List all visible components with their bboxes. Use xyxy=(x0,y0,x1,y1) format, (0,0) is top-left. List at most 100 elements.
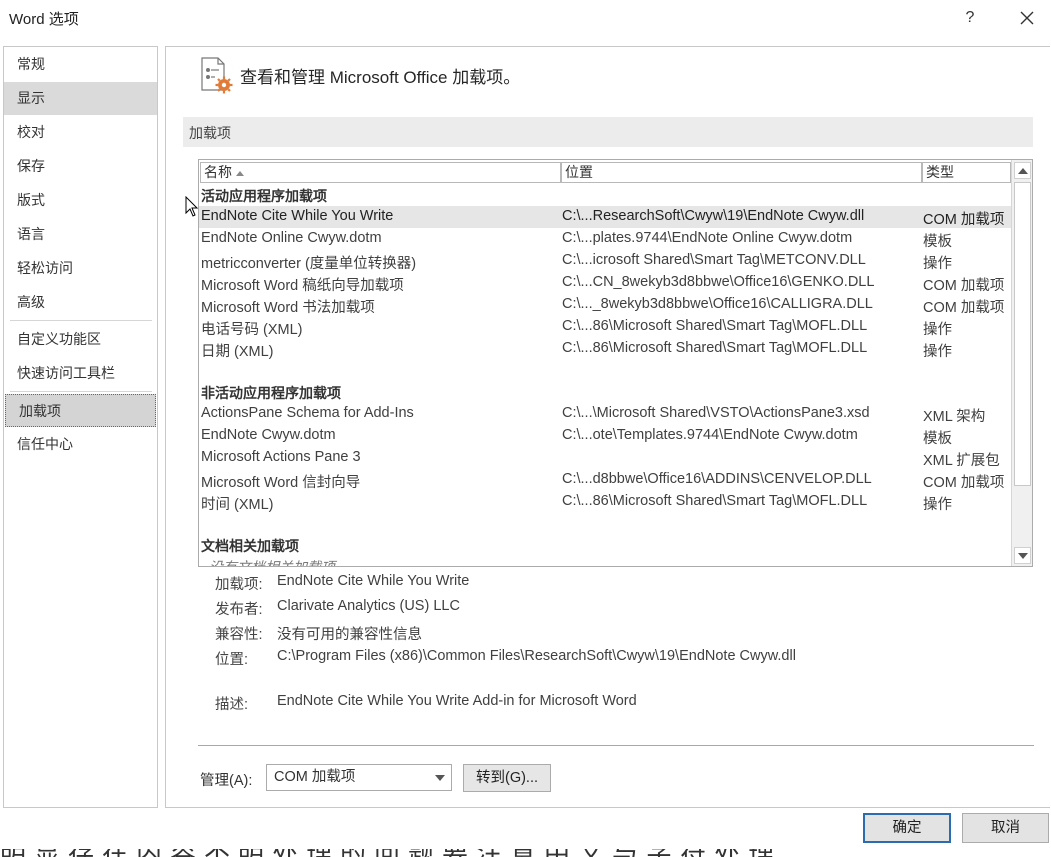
addin-name: EndNote Cite While You Write xyxy=(201,208,394,224)
mouse-cursor-icon xyxy=(185,196,199,217)
title-bar: Word 选项 ? xyxy=(0,0,1051,36)
addin-name: Microsoft Actions Pane 3 xyxy=(201,449,361,465)
list-row[interactable]: 日期 (XML) C:\...86\Microsoft Shared\Smart… xyxy=(199,338,1011,360)
addin-type: 操作 xyxy=(923,322,952,338)
column-label: 名称 xyxy=(204,164,232,180)
addin-name: EndNote Cwyw.dotm xyxy=(201,427,336,443)
detail-compat-label: 兼容性: xyxy=(215,627,263,643)
nav-item-accessibility[interactable]: 轻松访问 xyxy=(4,252,157,285)
addin-location: C:\...86\Microsoft Shared\Smart Tag\MOFL… xyxy=(562,493,868,509)
nav-item-typography[interactable]: 版式 xyxy=(4,184,157,217)
detail-publisher-label: 发布者: xyxy=(215,602,263,618)
list-row[interactable]: metricconverter (度量单位转换器) C:\...icrosoft… xyxy=(199,250,1011,272)
sort-ascending-icon xyxy=(236,170,244,176)
addin-location: C:\...\Microsoft Shared\VSTO\ActionsPane… xyxy=(562,405,870,421)
addin-type: 模板 xyxy=(923,234,952,250)
group-inactive-addins: 非活动应用程序加载项 xyxy=(201,385,341,401)
addin-name: 时间 (XML) xyxy=(201,497,274,513)
nav-item-proofing[interactable]: 校对 xyxy=(4,116,157,149)
window-title: Word 选项 xyxy=(9,11,79,28)
manage-selected-value: COM 加载项 xyxy=(274,769,356,785)
scroll-up-icon[interactable] xyxy=(1014,162,1031,179)
nav-item-advanced[interactable]: 高级 xyxy=(4,286,157,319)
addins-list[interactable]: 名称 位置 类型 活动应用程序加载项 EndNote Cite While Yo… xyxy=(198,159,1033,567)
section-title: 加载项 xyxy=(189,125,231,141)
background-document-strip: 明显存在内容不明处理的问题要注意中文与字符处理 xyxy=(0,849,1051,857)
addin-location: C:\..._8wekyb3d8bbwe\Office16\CALLIGRA.D… xyxy=(562,296,873,312)
addin-location: C:\...CN_8wekyb3d8bbwe\Office16\GENKO.DL… xyxy=(562,274,875,290)
close-button[interactable] xyxy=(1013,6,1041,30)
addin-location: C:\...plates.9744\EndNote Online Cwyw.do… xyxy=(562,230,853,246)
list-row[interactable]: ActionsPane Schema for Add-Ins C:\...\Mi… xyxy=(199,403,1011,425)
addin-type: XML 架构 xyxy=(923,409,986,425)
list-scrollbar[interactable] xyxy=(1011,160,1032,566)
empty-group-text: 没有文档相关加载项 xyxy=(209,559,335,567)
goto-button[interactable]: 转到(G)... xyxy=(463,764,551,792)
close-icon xyxy=(1020,11,1034,25)
column-header-location[interactable]: 位置 xyxy=(561,162,922,183)
column-header-type[interactable]: 类型 xyxy=(922,162,1011,183)
addin-name: 日期 (XML) xyxy=(201,344,274,360)
ok-button[interactable]: 确定 xyxy=(863,813,951,843)
addin-type: 模板 xyxy=(923,431,952,447)
manage-label: 管理(A): xyxy=(200,773,253,789)
addin-name: EndNote Online Cwyw.dotm xyxy=(201,230,382,246)
addins-panel: 查看和管理 Microsoft Office 加载项。 加载项 名称 位置 类型… xyxy=(165,46,1050,808)
list-row[interactable]: Microsoft Actions Pane 3 XML 扩展包 xyxy=(199,447,1011,469)
list-row[interactable]: Microsoft Word 信封向导 C:\...d8bbwe\Office1… xyxy=(199,469,1011,491)
nav-item-customize-ribbon[interactable]: 自定义功能区 xyxy=(4,323,157,356)
detail-addin-value: EndNote Cite While You Write xyxy=(277,573,470,589)
cancel-button[interactable]: 取消 xyxy=(962,813,1049,843)
scroll-thumb[interactable] xyxy=(1014,182,1031,486)
column-label: 位置 xyxy=(565,164,593,180)
addin-type: COM 加载项 xyxy=(923,300,1005,316)
column-header-name[interactable]: 名称 xyxy=(200,162,561,183)
addin-type: COM 加载项 xyxy=(923,278,1005,294)
addin-type: 操作 xyxy=(923,344,952,360)
detail-location-label: 位置: xyxy=(215,652,249,668)
list-row[interactable]: EndNote Cite While You Write C:\...Resea… xyxy=(199,206,1011,228)
addin-location: C:\...86\Microsoft Shared\Smart Tag\MOFL… xyxy=(562,340,868,356)
addin-name: metricconverter (度量单位转换器) xyxy=(201,256,417,272)
addin-location: C:\...icrosoft Shared\Smart Tag\METCONV.… xyxy=(562,252,866,268)
list-row[interactable]: 电话号码 (XML) C:\...86\Microsoft Shared\Sma… xyxy=(199,316,1011,338)
detail-location-value: C:\Program Files (x86)\Common Files\Rese… xyxy=(277,648,796,664)
list-row[interactable]: 时间 (XML) C:\...86\Microsoft Shared\Smart… xyxy=(199,491,1011,513)
nav-item-general[interactable]: 常规 xyxy=(4,48,157,81)
group-active-addins: 活动应用程序加载项 xyxy=(201,188,327,204)
addin-type: XML 扩展包 xyxy=(923,453,1000,469)
help-button[interactable]: ? xyxy=(958,6,982,30)
addin-name: ActionsPane Schema for Add-Ins xyxy=(201,405,414,421)
nav-item-trust-center[interactable]: 信任中心 xyxy=(4,428,157,461)
nav-item-addins[interactable]: 加载项 xyxy=(5,394,156,427)
nav-item-display[interactable]: 显示 xyxy=(4,82,157,115)
list-row[interactable]: EndNote Online Cwyw.dotm C:\...plates.97… xyxy=(199,228,1011,250)
background-text: 明显存在内容不明处理的问题要注意中文与字符处理 xyxy=(0,849,782,857)
nav-item-quick-access-toolbar[interactable]: 快速访问工具栏 xyxy=(4,357,157,390)
addin-location: C:\...86\Microsoft Shared\Smart Tag\MOFL… xyxy=(562,318,868,334)
section-header: 加载项 xyxy=(183,117,1033,147)
divider xyxy=(198,745,1034,746)
manage-dropdown[interactable]: COM 加载项 xyxy=(266,764,452,791)
addin-name: Microsoft Word 信封向导 xyxy=(201,475,361,491)
nav-separator xyxy=(10,320,152,321)
list-row[interactable]: Microsoft Word 稿纸向导加载项 C:\...CN_8wekyb3d… xyxy=(199,272,1011,294)
addin-name: Microsoft Word 稿纸向导加载项 xyxy=(201,278,404,294)
list-row[interactable]: Microsoft Word 书法加载项 C:\..._8wekyb3d8bbw… xyxy=(199,294,1011,316)
addin-location: C:\...ote\Templates.9744\EndNote Cwyw.do… xyxy=(562,427,858,443)
detail-description-value: EndNote Cite While You Write Add-in for … xyxy=(277,693,637,709)
nav-item-language[interactable]: 语言 xyxy=(4,218,157,251)
detail-compat-value: 没有可用的兼容性信息 xyxy=(277,627,422,643)
addin-type: COM 加载项 xyxy=(923,212,1005,228)
addin-type: 操作 xyxy=(923,497,952,513)
addin-type: 操作 xyxy=(923,256,952,272)
addin-type: COM 加载项 xyxy=(923,475,1005,491)
nav-separator xyxy=(10,391,152,392)
scroll-down-icon[interactable] xyxy=(1014,547,1031,564)
options-nav: 常规 显示 校对 保存 版式 语言 轻松访问 高级 自定义功能区 快速访问工具栏… xyxy=(3,46,158,808)
nav-item-save[interactable]: 保存 xyxy=(4,150,157,183)
list-row[interactable]: EndNote Cwyw.dotm C:\...ote\Templates.97… xyxy=(199,425,1011,447)
addin-location: C:\...ResearchSoft\Cwyw\19\EndNote Cwyw.… xyxy=(562,208,865,224)
detail-publisher-value: Clarivate Analytics (US) LLC xyxy=(277,598,460,614)
addins-gear-icon xyxy=(201,57,233,94)
